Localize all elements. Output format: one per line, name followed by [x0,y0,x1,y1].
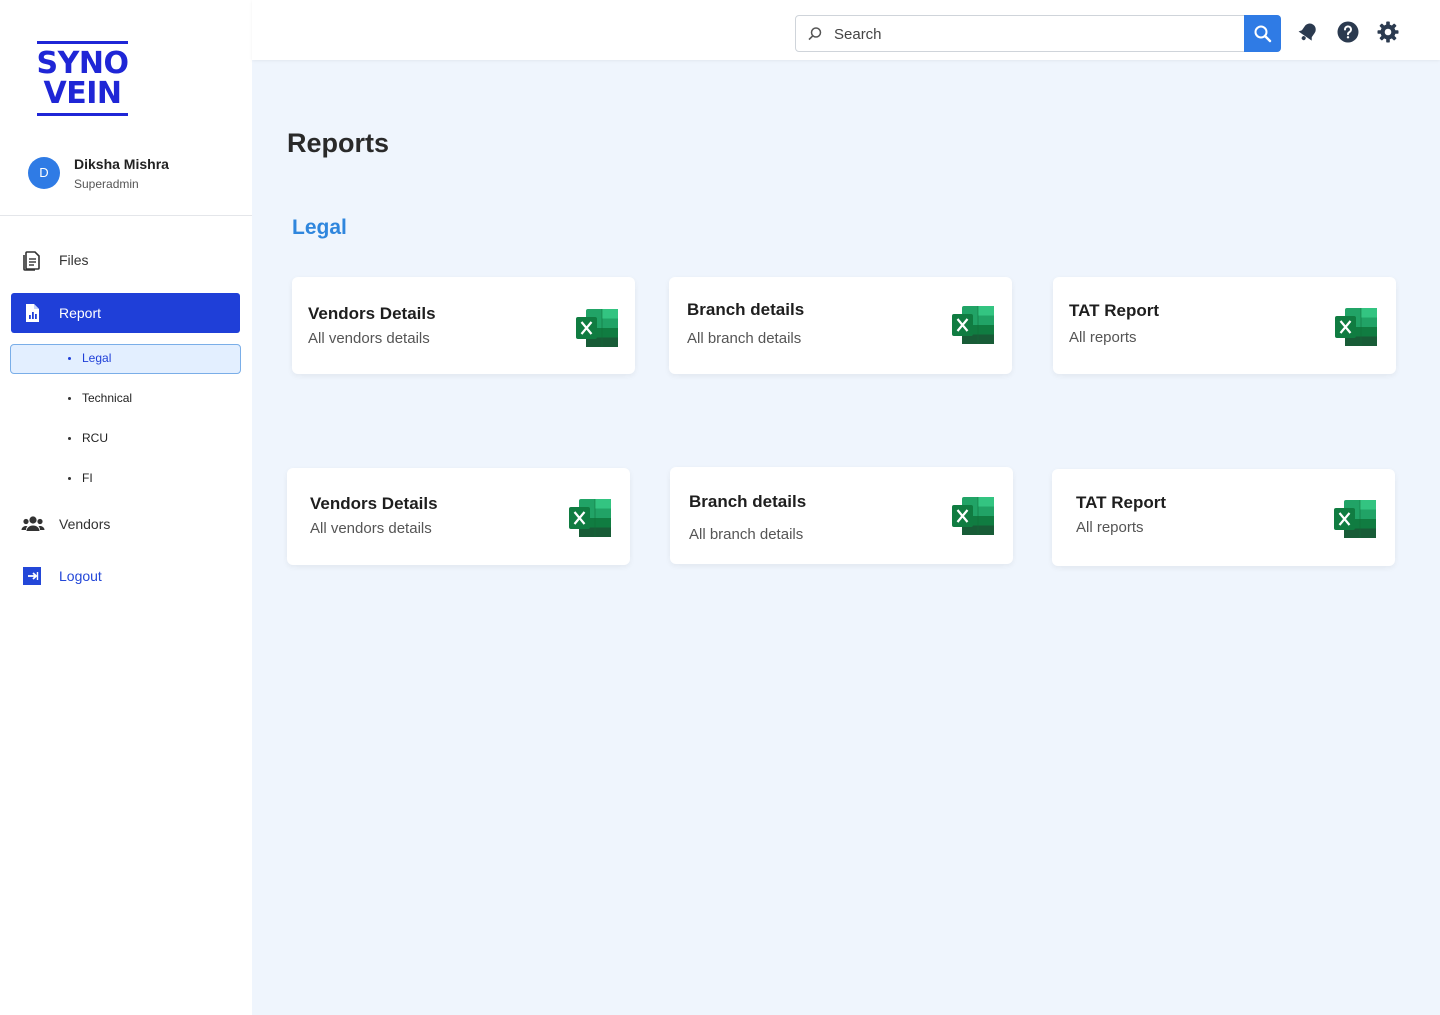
sidebar-subitem-label: RCU [82,431,108,445]
sidebar-item-vendors[interactable]: Vendors [11,504,240,544]
card-subtitle: All vendors details [308,330,430,347]
excel-icon[interactable] [1334,500,1376,538]
help-icon[interactable] [1336,20,1360,44]
sidebar-item-report[interactable]: Report [11,293,240,333]
magnifier-icon [807,26,823,42]
search-input[interactable] [834,24,1234,44]
bell-icon[interactable] [1296,20,1320,44]
card-title: Branch details [689,492,807,511]
page-title: Reports [287,128,390,158]
card-title: TAT Report [1069,301,1160,320]
logo-text-line1: SYNO [36,46,129,81]
sidebar-subitem-fi[interactable]: FI [10,464,241,494]
report-card-branch-details[interactable]: Branch details All branch details [670,467,1013,564]
sidebar: SYNO VEIN D Diksha Mishra Superadmin Fil… [0,0,252,1015]
search-icon [1254,25,1272,43]
search-button[interactable] [1244,15,1281,52]
sidebar-subitem-label: Technical [82,391,133,405]
sidebar-subitem-technical[interactable]: Technical [10,384,241,414]
card-subtitle: All branch details [687,330,802,347]
sidebar-item-label: Files [59,252,89,268]
section-title: Legal [292,216,347,239]
sidebar-item-label: Vendors [59,516,111,532]
excel-icon[interactable] [1335,308,1377,346]
logo-bar-bottom [37,113,128,116]
sidebar-subitem-label: FI [82,471,93,485]
sidebar-subitem-legal[interactable]: Legal [10,344,241,374]
card-subtitle: All reports [1076,519,1144,536]
card-subtitle: All vendors details [310,520,432,537]
report-card-tat-report[interactable]: TAT Report All reports [1053,277,1396,374]
bullet-icon [68,477,71,480]
settings-icon[interactable] [1376,20,1400,44]
report-card-branch-details[interactable]: Branch details All branch details [669,277,1012,374]
user-name: Diksha Mishra [74,156,169,172]
card-title: Branch details [687,300,805,319]
bullet-icon [68,437,71,440]
report-card-vendors-details[interactable]: Vendors Details All vendors details [287,468,630,565]
sidebar-item-label: Report [59,305,102,321]
card-subtitle: All branch details [689,526,804,543]
logo-text-line2: VEIN [43,76,122,111]
search-box[interactable] [795,15,1281,52]
logo[interactable]: SYNO VEIN [36,41,129,118]
report-icon [21,302,43,324]
sidebar-item-logout[interactable]: Logout [11,556,240,596]
card-title: Vendors Details [308,304,436,323]
file-icon [21,249,43,271]
user-role: Superadmin [74,177,139,191]
excel-icon[interactable] [952,306,994,344]
top-bar [252,0,1440,60]
excel-icon[interactable] [569,499,611,537]
user-profile[interactable]: D Diksha Mishra Superadmin [28,156,238,192]
avatar: D [28,157,60,189]
bullet-icon [68,357,71,360]
card-title: Vendors Details [310,494,438,513]
excel-icon[interactable] [576,309,618,347]
logout-icon [21,565,43,587]
excel-icon[interactable] [952,497,994,535]
logo-bar-top [37,41,128,44]
card-title: TAT Report [1076,493,1167,512]
report-card-tat-report[interactable]: TAT Report All reports [1052,469,1395,566]
sidebar-item-files[interactable]: Files [11,240,240,280]
users-icon [21,513,45,535]
card-subtitle: All reports [1069,329,1137,346]
bullet-icon [68,397,71,400]
sidebar-item-label: Logout [59,568,102,584]
sidebar-subitem-label: Legal [82,351,112,365]
sidebar-subitem-rcu[interactable]: RCU [10,424,241,454]
sidebar-divider [0,215,252,216]
report-card-vendors-details[interactable]: Vendors Details All vendors details [292,277,635,374]
